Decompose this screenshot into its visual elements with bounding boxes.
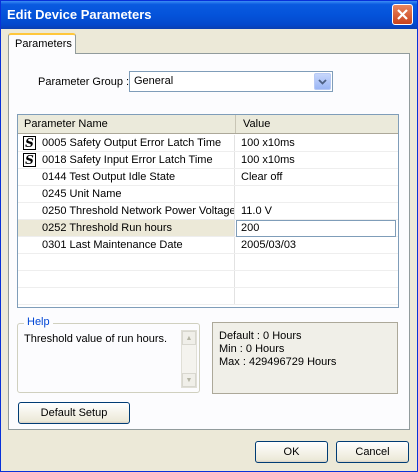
max-value-text: Max : 429496729 Hours [219,356,337,368]
parameter-name-cell[interactable]: 0144 Test Output Idle State [18,169,235,185]
parameter-value-cell[interactable]: 2005/03/03 [236,237,398,253]
column-header-value[interactable]: Value [237,115,397,133]
empty-row [18,288,398,305]
table-row[interactable]: S 0018 Safety Input Error Latch Time 100 x… [18,152,398,169]
help-text: Threshold value of run hours. [24,333,168,345]
dropdown-button[interactable] [314,73,331,90]
table-row[interactable]: 0301 Last Maintenance Date 2005/03/03 [18,237,398,254]
safety-s-icon: S [23,136,36,150]
parameter-value: 11.0 V [241,205,272,217]
ok-button[interactable]: OK [255,441,328,463]
tab-label: Parameters [15,38,72,50]
grid-header: Parameter Name Value [18,115,398,134]
parameter-grid: Parameter Name Value S 0005 Safety Output… [17,114,399,308]
min-value-text: Min : 0 Hours [219,343,285,355]
chevron-down-icon [318,78,327,85]
parameter-name: 0252 Threshold Run hours [42,222,173,234]
parameter-value: 100 x10ms [241,137,295,149]
table-row[interactable]: 0252 Threshold Run hours 200 [18,220,398,237]
table-row[interactable]: 0245 Unit Name [18,186,398,203]
parameter-name: 0144 Test Output Idle State [42,171,176,183]
parameter-name-cell[interactable]: 0252 Threshold Run hours [18,220,235,236]
table-row[interactable]: 0144 Test Output Idle State Clear off [18,169,398,186]
parameter-name: 0245 Unit Name [42,188,122,200]
value-range-info: Default : 0 Hours Min : 0 Hours Max : 42… [212,322,398,394]
parameter-value: Clear off [241,171,283,183]
empty-cell [18,271,235,287]
parameter-name-cell[interactable]: 0245 Unit Name [18,186,235,202]
empty-cell [18,254,235,270]
scroll-down-button[interactable]: ▼ [182,373,196,387]
parameter-value-cell[interactable] [236,186,398,202]
title-bar[interactable]: Edit Device Parameters [1,1,417,29]
parameter-group-select[interactable]: General [129,71,333,92]
tab-parameters[interactable]: Parameters [8,33,76,54]
parameter-value-cell[interactable]: 100 x10ms [236,135,398,151]
parameter-name: 0301 Last Maintenance Date [42,239,183,251]
empty-row [18,271,398,288]
scroll-down-icon: ▼ [185,376,193,384]
parameter-group-value: General [134,75,174,87]
column-header-name[interactable]: Parameter Name [18,115,236,133]
default-setup-button[interactable]: Default Setup [18,402,130,424]
scroll-up-button[interactable]: ▲ [182,331,196,345]
default-value-text: Default : 0 Hours [219,330,302,342]
parameter-name-cell[interactable]: 0250 Threshold Network Power Voltage [18,203,235,219]
close-button[interactable] [392,4,413,25]
parameter-value-cell[interactable]: Clear off [236,169,398,185]
safety-s-icon: S [23,153,36,167]
table-row[interactable]: 0250 Threshold Network Power Voltage 11.0… [18,203,398,220]
help-scrollbar[interactable]: ▲ ▼ [181,330,197,388]
parameter-group-label: Parameter Group : [38,76,130,88]
parameter-name: 0005 Safety Output Error Latch Time [42,137,222,149]
close-icon [397,9,408,20]
empty-row [18,254,398,271]
parameter-value-cell[interactable]: 11.0 V [236,203,398,219]
parameter-name-cell[interactable]: S 0005 Safety Output Error Latch Time [18,135,235,151]
table-row[interactable]: S 0005 Safety Output Error Latch Time 100 … [18,135,398,152]
parameter-value: 100 x10ms [241,154,295,166]
window-title: Edit Device Parameters [7,7,152,22]
value-edit-field[interactable]: 200 [236,220,396,237]
empty-cell [18,288,235,304]
help-title: Help [24,316,53,328]
parameter-name-cell[interactable]: S 0018 Safety Input Error Latch Time [18,152,235,168]
parameter-value-cell[interactable]: 200 [236,220,398,237]
parameter-name: 0018 Safety Input Error Latch Time [42,154,213,166]
parameter-value: 2005/03/03 [241,239,297,251]
scroll-up-icon: ▲ [185,334,193,342]
parameter-name-cell[interactable]: 0301 Last Maintenance Date [18,237,235,253]
cancel-button[interactable]: Cancel [336,441,409,463]
parameter-name: 0250 Threshold Network Power Voltage [42,205,235,217]
parameter-value-cell[interactable]: 100 x10ms [236,152,398,168]
